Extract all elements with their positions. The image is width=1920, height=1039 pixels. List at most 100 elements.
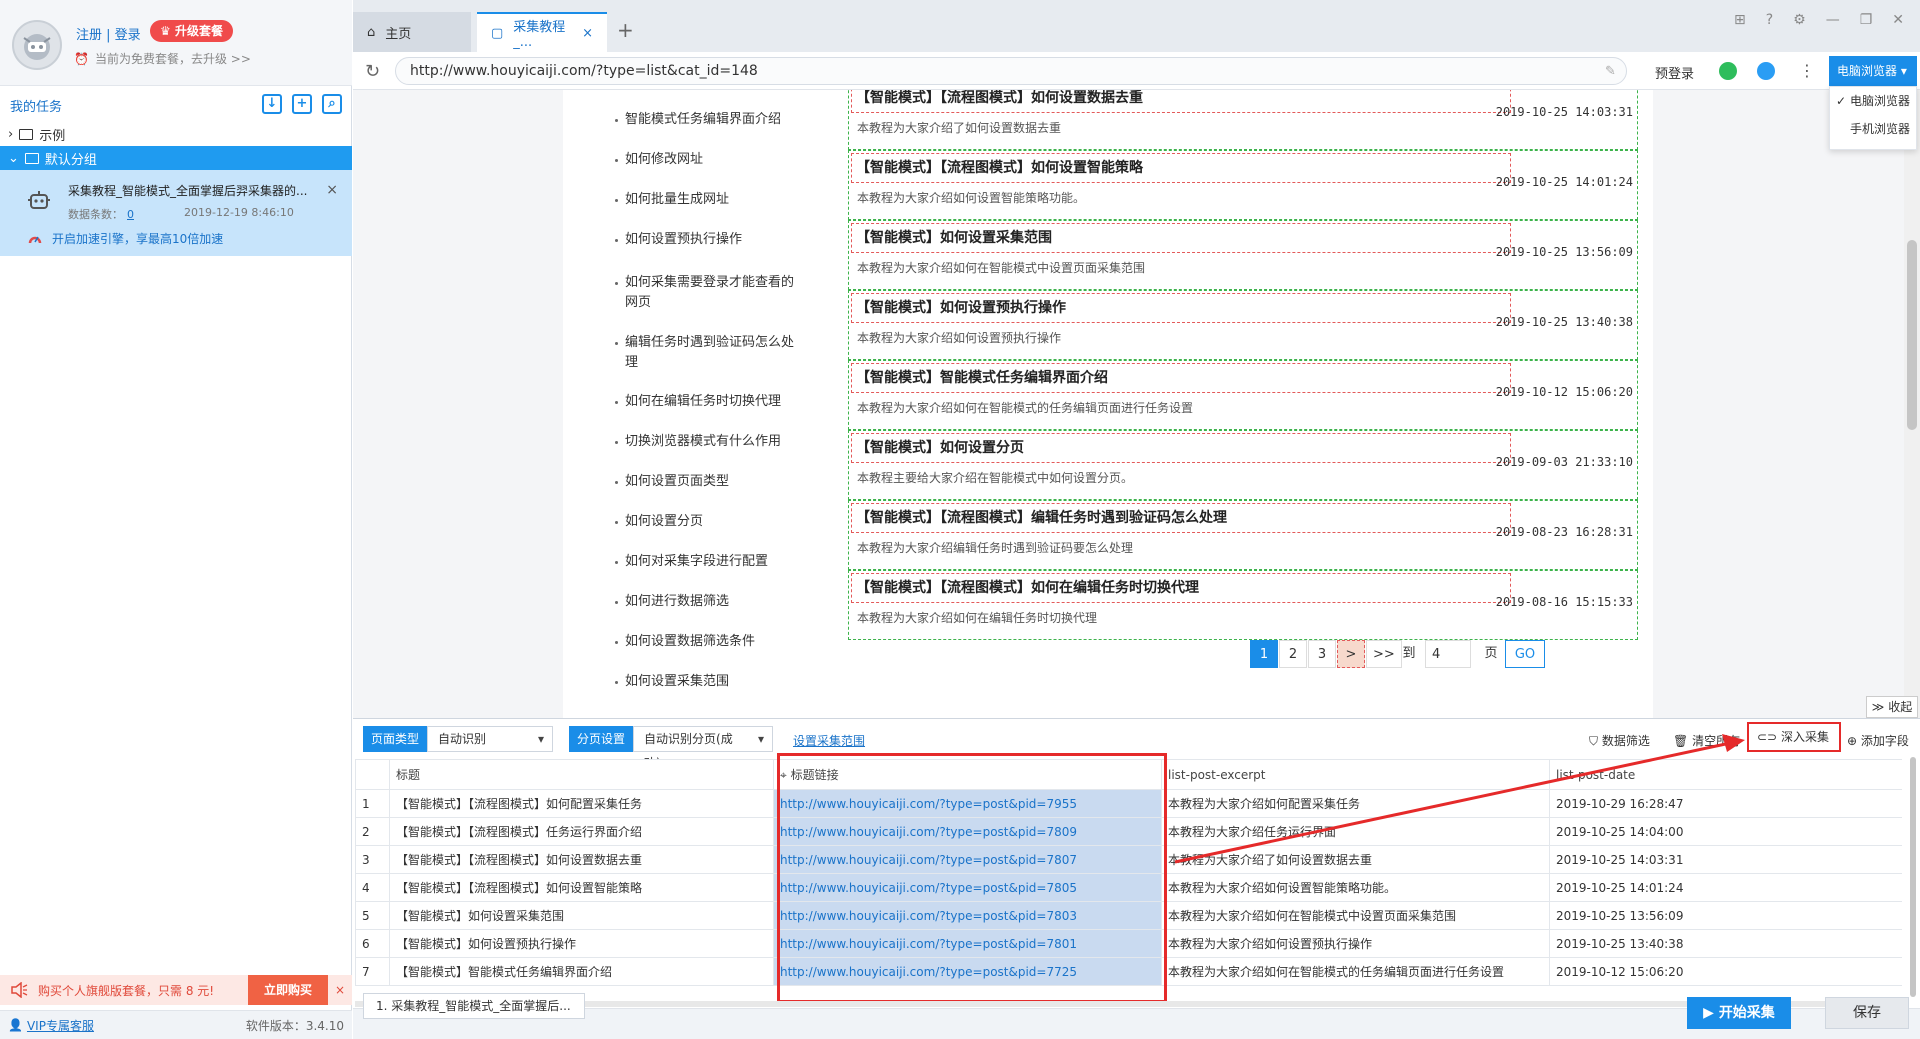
clear-all-button[interactable]: 🗑 清空所有 — [1673, 732, 1740, 749]
column-header-link[interactable]: ⌖ 标题链接 — [773, 759, 1162, 790]
close-icon[interactable]: × — [582, 26, 593, 41]
accelerate-link[interactable]: 开启加速引擎，享最高10倍加速 — [28, 230, 223, 247]
search-task-icon[interactable]: ⌕ — [322, 94, 342, 114]
start-collect-button[interactable]: ▶ 开始采集 — [1687, 997, 1791, 1029]
page-1-button[interactable]: 1 — [1250, 640, 1278, 668]
post-item[interactable]: 【智能模式】【流程图模式】如何设置数据去重 2019-10-25 14:03:31… — [848, 90, 1638, 150]
table-cell[interactable]: 本教程为大家介绍如何设置智能策略功能。 — [1161, 873, 1550, 902]
post-item[interactable]: 【智能模式】【流程图模式】如何在编辑任务时切换代理 2019-08-16 15:1… — [848, 570, 1638, 640]
close-window-icon[interactable]: ✕ — [1892, 12, 1904, 28]
deep-collect-button[interactable]: ⊂⊃ 深入采集 — [1747, 722, 1841, 752]
set-scope-link[interactable]: 设置采集范围 — [793, 732, 865, 749]
group-example[interactable]: › 示例 — [0, 122, 352, 146]
table-row[interactable]: 3 【智能模式】【流程图模式】如何设置数据去重 http://www.houyica… — [355, 845, 1902, 874]
task-title[interactable]: 采集教程_智能模式_全面掌握后羿采集器的... — [68, 182, 318, 199]
collapse-button[interactable]: ≫ 收起 — [1866, 696, 1918, 718]
post-title[interactable]: 【智能模式】【流程图模式】如何设置数据去重 — [851, 90, 1511, 113]
table-cell[interactable]: 1 — [355, 789, 390, 818]
group-default[interactable]: ⌄ 默认分组 — [0, 146, 352, 170]
table-cell[interactable]: 本教程为大家介绍任务运行界面 — [1161, 817, 1550, 846]
tab-tutorial[interactable]: ▢ 采集教程_... × — [477, 12, 607, 52]
table-cell[interactable]: 4 — [355, 873, 390, 902]
table-row[interactable]: 7 【智能模式】智能模式任务编辑界面介绍 http://www.houyicaiji… — [355, 957, 1902, 986]
more-icon[interactable]: ⋮ — [1799, 61, 1815, 80]
go-button[interactable]: GO — [1505, 640, 1545, 668]
help-icon[interactable]: ? — [1766, 12, 1773, 28]
edit-icon[interactable]: ✎ — [1605, 64, 1616, 79]
post-item[interactable]: 【智能模式】【流程图模式】编辑任务时遇到验证码怎么处理 2019-08-23 16… — [848, 500, 1638, 570]
post-item[interactable]: 【智能模式】如何设置分页 2019-09-03 21:33:10 本教程主要给大家介… — [848, 430, 1638, 500]
post-title[interactable]: 【智能模式】智能模式任务编辑界面介绍 — [851, 363, 1511, 393]
minimize-icon[interactable]: — — [1826, 12, 1840, 28]
nav-item[interactable]: 如何设置分页 — [615, 512, 795, 532]
nav-item[interactable]: 如何设置预执行操作 — [615, 230, 795, 250]
table-cell[interactable]: http://www.houyicaiji.com/?type=post&pid… — [773, 789, 1162, 818]
nav-item[interactable]: 如何进行数据筛选 — [615, 592, 795, 612]
account-icon[interactable] — [1757, 62, 1775, 80]
table-cell[interactable]: 本教程为大家介绍了如何设置数据去重 — [1161, 845, 1550, 874]
nav-item[interactable]: 智能模式任务编辑界面介绍 — [615, 110, 795, 130]
table-cell[interactable]: http://www.houyicaiji.com/?type=post&pid… — [773, 957, 1162, 986]
mode-option-mobile[interactable]: 手机浏览器 — [1830, 115, 1916, 143]
proxy-icon[interactable] — [1719, 62, 1737, 80]
page-2-button[interactable]: 2 — [1279, 640, 1307, 668]
table-cell[interactable]: http://www.houyicaiji.com/?type=post&pid… — [773, 929, 1162, 958]
table-cell[interactable]: 本教程为大家介绍如何在智能模式中设置页面采集范围 — [1161, 901, 1550, 930]
tab-home[interactable]: ⌂ 主页 — [353, 12, 471, 52]
post-item[interactable]: 【智能模式】【流程图模式】如何设置智能策略 2019-10-25 14:01:24… — [848, 150, 1638, 220]
table-cell[interactable]: 【智能模式】【流程图模式】如何配置采集任务 — [389, 789, 774, 818]
gift-icon[interactable]: ⊞ — [1734, 12, 1746, 28]
post-item[interactable]: 【智能模式】如何设置采集范围 2019-10-25 13:56:09 本教程为大家介… — [848, 220, 1638, 290]
table-row[interactable]: 1 【智能模式】【流程图模式】如何配置采集任务 http://www.houyica… — [355, 789, 1902, 818]
nav-item[interactable]: 如何在编辑任务时切换代理 — [615, 392, 795, 412]
post-item[interactable]: 【智能模式】智能模式任务编辑界面介绍 2019-10-12 15:06:20 本教程… — [848, 360, 1638, 430]
table-cell[interactable]: 【智能模式】【流程图模式】如何设置智能策略 — [389, 873, 774, 902]
table-cell[interactable]: 2 — [355, 817, 390, 846]
table-row[interactable]: 5 【智能模式】如何设置采集范围 http://www.houyicaiji.com… — [355, 901, 1902, 930]
table-cell[interactable]: 2019-10-12 15:06:20 — [1549, 957, 1902, 986]
table-cell[interactable]: 【智能模式】【流程图模式】如何设置数据去重 — [389, 845, 774, 874]
table-cell[interactable]: 2019-10-25 14:03:31 — [1549, 845, 1902, 874]
table-cell[interactable]: 2019-10-25 14:04:00 — [1549, 817, 1902, 846]
page-type-select[interactable]: 页面类型 自动识别 — [363, 726, 554, 752]
table-cell[interactable]: http://www.houyicaiji.com/?type=post&pid… — [773, 817, 1162, 846]
task-item[interactable]: 采集教程_智能模式_全面掌握后羿采集器的... × 数据条数： 0 2019-12… — [0, 170, 352, 256]
table-cell[interactable]: 6 — [355, 929, 390, 958]
mode-option-desktop[interactable]: ✓ 电脑浏览器 — [1830, 87, 1916, 115]
table-cell[interactable]: 本教程为大家介绍如何配置采集任务 — [1161, 789, 1550, 818]
column-header[interactable]: list-post-date — [1549, 759, 1902, 790]
task-tab[interactable]: 1. 采集教程_智能模式_全面掌握后... — [363, 993, 585, 1019]
goto-page-input[interactable]: 4 — [1425, 640, 1471, 668]
table-cell[interactable]: 本教程为大家介绍如何在智能模式的任务编辑页面进行任务设置 — [1161, 957, 1550, 986]
table-cell[interactable]: 5 — [355, 901, 390, 930]
table-cell[interactable]: 2019-10-25 14:01:24 — [1549, 873, 1902, 902]
post-title[interactable]: 【智能模式】如何设置采集范围 — [851, 223, 1511, 253]
table-cell[interactable]: 本教程为大家介绍如何设置预执行操作 — [1161, 929, 1550, 958]
table-row[interactable]: 2 【智能模式】【流程图模式】任务运行界面介绍 http://www.houyica… — [355, 817, 1902, 846]
nav-item[interactable]: 如何设置采集范围 — [615, 672, 795, 692]
gear-icon[interactable]: ⚙ — [1793, 12, 1806, 28]
save-button[interactable]: 保存 — [1825, 997, 1909, 1029]
close-icon[interactable]: × — [328, 983, 352, 997]
table-cell[interactable]: 【智能模式】【流程图模式】任务运行界面介绍 — [389, 817, 774, 846]
login-link[interactable]: 注册 | 登录 — [76, 24, 141, 43]
new-tab-button[interactable]: + — [617, 18, 634, 42]
page-scrollbar[interactable] — [1904, 90, 1920, 718]
reload-icon[interactable]: ↻ — [365, 61, 380, 82]
post-title[interactable]: 【智能模式】如何设置预执行操作 — [851, 293, 1511, 323]
close-icon[interactable]: × — [326, 182, 338, 198]
import-task-icon[interactable]: ↓ — [262, 94, 282, 114]
table-row[interactable]: 6 【智能模式】如何设置预执行操作 http://www.houyicaiji.co… — [355, 929, 1902, 958]
paging-value[interactable]: 自动识别分页(成功) — [633, 726, 774, 770]
table-cell[interactable]: http://www.houyicaiji.com/?type=post&pid… — [773, 845, 1162, 874]
plan-status[interactable]: ⏰ 当前为免费套餐，去升级 >> — [74, 50, 251, 67]
page-3-button[interactable]: 3 — [1308, 640, 1336, 668]
table-row[interactable]: 4 【智能模式】【流程图模式】如何设置智能策略 http://www.houyica… — [355, 873, 1902, 902]
column-header[interactable]: list-post-excerpt — [1161, 759, 1550, 790]
column-header[interactable]: 标题 — [389, 759, 774, 790]
post-item[interactable]: 【智能模式】如何设置预执行操作 2019-10-25 13:40:38 本教程为大家… — [848, 290, 1638, 360]
table-cell[interactable]: 2019-10-25 13:40:38 — [1549, 929, 1902, 958]
buy-now-button[interactable]: 立即购买 — [248, 975, 328, 1005]
nav-item[interactable]: 如何设置页面类型 — [615, 472, 795, 492]
nav-item[interactable]: 如何采集需要登录才能查看的网页 — [615, 273, 795, 313]
